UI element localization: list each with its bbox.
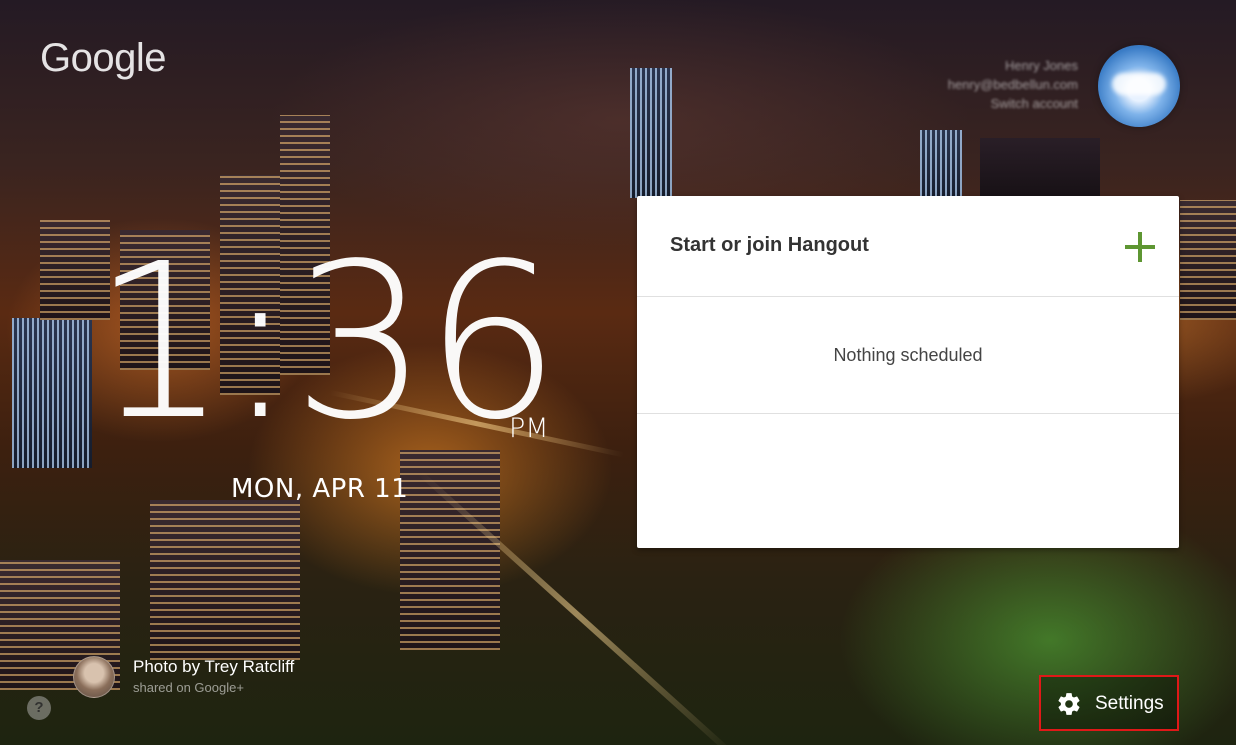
building-decoration xyxy=(150,500,300,660)
account-avatar[interactable] xyxy=(1098,45,1180,127)
hangout-card: Start or join Hangout Nothing scheduled xyxy=(637,196,1179,548)
add-hangout-button[interactable] xyxy=(1123,230,1157,264)
hangout-card-title[interactable]: Start or join Hangout xyxy=(670,234,869,257)
account-email: henry@bedbellun.com xyxy=(947,77,1078,92)
gear-icon xyxy=(1058,693,1080,715)
building-decoration xyxy=(980,138,1100,200)
photo-credit-title[interactable]: Photo by Trey Ratcliff xyxy=(133,657,294,677)
photo-credit-source: shared on Google+ xyxy=(133,680,244,695)
clock-time: 1:36 xyxy=(92,218,561,467)
building-decoration xyxy=(400,450,500,650)
building-decoration xyxy=(630,68,672,198)
background-photo: Google Henry Jones henry@bedbellun.com S… xyxy=(0,0,1236,745)
hangout-card-header: Start or join Hangout xyxy=(637,196,1179,297)
building-decoration xyxy=(1180,200,1236,320)
empty-schedule-message: Nothing scheduled xyxy=(833,344,983,365)
clock-date: MON, APR 11 xyxy=(231,474,409,504)
account-info[interactable]: Henry Jones henry@bedbellun.com Switch a… xyxy=(948,56,1078,113)
settings-button[interactable]: Settings xyxy=(1039,675,1179,731)
building-decoration xyxy=(920,130,962,200)
switch-account-link[interactable]: Switch account xyxy=(948,94,1078,113)
photographer-avatar[interactable] xyxy=(73,656,115,698)
help-button[interactable]: ? xyxy=(27,696,51,720)
account-name: Henry Jones xyxy=(1005,58,1078,73)
building-decoration xyxy=(12,318,92,468)
settings-label: Settings xyxy=(1095,693,1164,714)
schedule-list: Nothing scheduled xyxy=(637,297,1179,414)
google-logo[interactable]: Google xyxy=(40,36,166,81)
clock-ampm: PM xyxy=(509,413,549,444)
